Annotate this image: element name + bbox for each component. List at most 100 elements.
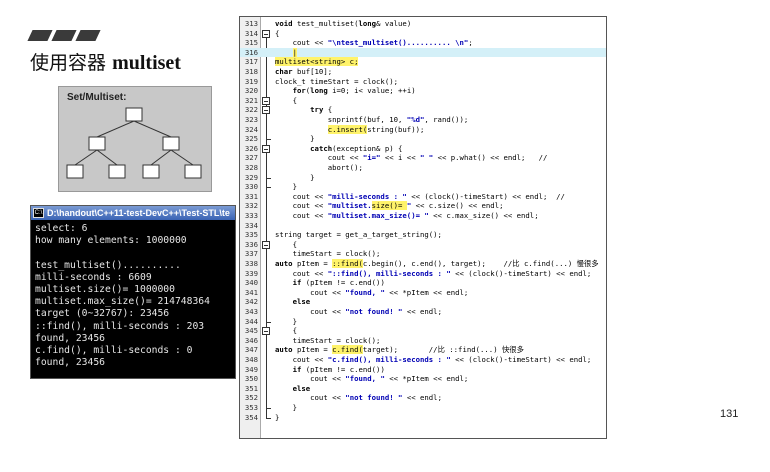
code-token: << i << <box>380 153 420 163</box>
console-line: found, 23456 <box>35 332 105 344</box>
line-number: 354 <box>244 412 258 422</box>
code-token: << c.max_size() << endl; <box>428 211 539 220</box>
line-number: 315 <box>244 38 258 48</box>
code-text: } <box>275 317 297 327</box>
code-token: { <box>275 239 297 249</box>
line-number: 333 <box>244 211 258 220</box>
code-token: << *pItem << endl; <box>384 374 469 384</box>
code-token: cout << <box>275 268 328 278</box>
code-line: 349 if (pItem != c.end()) <box>240 365 606 375</box>
code-token: { <box>275 28 280 38</box>
code-token: else <box>292 383 311 393</box>
line-number: 339 <box>244 268 258 278</box>
code-token: "milli-seconds : " <box>327 191 407 201</box>
line-number: 316 <box>244 47 258 57</box>
code-token: long <box>310 86 328 96</box>
code-text: abort(); <box>275 163 363 173</box>
code-token: cout << <box>275 153 363 163</box>
line-number: 331 <box>244 191 258 201</box>
code-token: "found, " <box>345 374 385 384</box>
code-text: if (pItem != c.end()) <box>275 365 385 375</box>
code-token: i=0; i< value; ++i) <box>327 86 416 96</box>
code-text: else <box>275 383 311 394</box>
tree-node <box>142 164 160 179</box>
line-number: 332 <box>244 201 258 211</box>
code-text: } <box>275 173 314 183</box>
console-line: test_multiset().......... <box>35 259 181 271</box>
line-number: 353 <box>244 403 258 412</box>
code-token: & value) <box>376 19 412 28</box>
code-text: cout << "multiset.max_size()= " << c.max… <box>275 211 539 221</box>
code-text: if (pItem != c.end()) <box>275 278 385 288</box>
code-text: } <box>275 134 315 144</box>
code-text: auto pItem = c.find(target); //比 ::find(… <box>275 345 524 355</box>
code-token: clock_t timeStart = clock(); <box>275 76 399 86</box>
code-line: 337 timeStart = clock(); <box>240 249 606 259</box>
code-token: cout << <box>275 374 346 384</box>
code-token: multiset<string> c; <box>275 57 359 67</box>
line-number: 340 <box>244 278 258 288</box>
line-number: 343 <box>244 307 258 316</box>
console-line: multiset.size()= 1000000 <box>35 284 175 296</box>
code-token: snprintf(buf, 10, <box>275 115 407 124</box>
console-line: how many elements: 1000000 <box>35 235 187 247</box>
line-number: 342 <box>244 297 258 307</box>
code-line: 334 <box>240 221 606 231</box>
code-token: { <box>275 326 297 336</box>
line-number: 347 <box>244 345 258 355</box>
line-number: 324 <box>244 124 258 134</box>
line-number: 351 <box>244 383 258 393</box>
code-line: 325 } <box>240 134 606 144</box>
code-text: { <box>275 29 279 39</box>
slide-title-cn: 使用容器 <box>30 52 107 74</box>
code-token: size()= <box>371 201 407 211</box>
code-line: 320 for(long i=0; i< value; ++i) <box>240 86 606 96</box>
code-text: } <box>275 182 297 192</box>
code-line: 322 try { <box>240 105 606 115</box>
code-token: } <box>275 403 297 412</box>
code-line: 347 auto pItem = c.find(target); //比 ::fi… <box>240 345 606 355</box>
code-line: 338 auto pItem = ::find(c.begin(), c.end(… <box>240 259 606 269</box>
code-text: cout << "c.find(), milli-seconds : " << … <box>275 355 592 365</box>
code-token: } <box>275 134 315 144</box>
code-text: cout << "found, " << *pItem << endl; <box>275 288 468 298</box>
code-token: cout << <box>275 201 328 211</box>
code-line: 319 clock_t timeStart = clock(); <box>240 77 606 87</box>
code-token: , rand()); <box>424 115 469 124</box>
line-number: 341 <box>244 287 258 297</box>
code-token: "not found! " <box>345 307 403 316</box>
code-line: 314 { <box>240 29 606 39</box>
code-text: c.insert(string(buf)); <box>275 124 424 135</box>
code-token: "found, " <box>345 287 385 297</box>
line-number: 329 <box>244 172 258 182</box>
console-line: target (0~32767): 23456 <box>35 308 170 320</box>
code-token: cout << <box>275 38 328 48</box>
code-line: 352 cout << "not found! " << endl; <box>240 393 606 403</box>
console-titlebar[interactable]: C:\ D:\handout\C++11-test-DevC++\Test-ST… <box>31 206 235 220</box>
code-token: << p.what() << endl; // <box>433 153 548 163</box>
set-tree-diagram: Set/Multiset: <box>58 86 212 192</box>
code-token: << (clock()-timeStart) << endl; <box>450 355 592 364</box>
line-number: 345 <box>244 326 258 336</box>
code-token: cout << <box>275 191 328 201</box>
code-text: | <box>275 47 297 58</box>
code-token: "multiset.max_size()= " <box>327 211 429 220</box>
code-text: auto pItem = ::find(c.begin(), c.end(), … <box>275 259 599 269</box>
code-token: for <box>292 86 306 96</box>
line-number: 346 <box>244 335 258 345</box>
code-token: catch <box>310 143 333 153</box>
code-line: 326 catch(exception& p) { <box>240 144 606 154</box>
code-token: test_multiset( <box>292 19 359 28</box>
code-text: cout << "milli-seconds : " << (clock()-t… <box>275 192 565 202</box>
code-line: 315 cout << "\ntest_multiset()..........… <box>240 38 606 48</box>
line-number: 348 <box>244 355 258 364</box>
code-token: string target = get_a_target_string(); <box>275 230 442 240</box>
code-text: multiset<string> c; <box>275 57 359 67</box>
code-token: ::find( <box>332 259 363 268</box>
code-text: for(long i=0; i< value; ++i) <box>275 86 416 96</box>
